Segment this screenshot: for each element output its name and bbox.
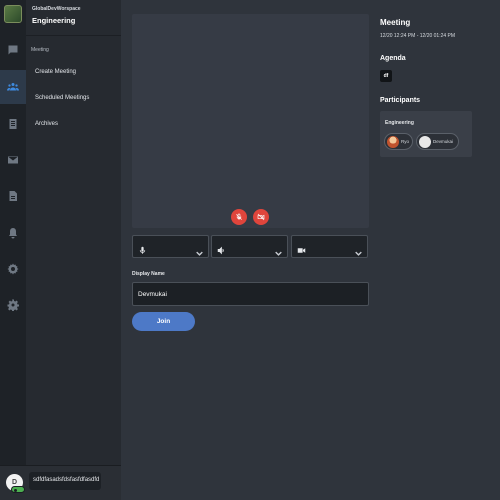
icon-rail <box>0 0 26 500</box>
sidebar: GlobalDevWorspace Engineering Meeting Cr… <box>26 0 121 500</box>
microphone-select[interactable] <box>132 235 209 258</box>
avatar <box>419 135 431 148</box>
document-icon[interactable] <box>0 186 26 206</box>
workspace-logo[interactable] <box>4 5 22 23</box>
participant-name: Ryo <box>401 139 410 144</box>
gear-icon[interactable] <box>0 295 26 315</box>
meeting-title: Meeting <box>380 18 411 27</box>
settings-icon[interactable] <box>0 259 26 279</box>
team-name[interactable]: Engineering <box>32 16 75 25</box>
status-toggle[interactable] <box>11 486 25 493</box>
participants-heading: Participants <box>380 97 421 104</box>
user-name: sdfdfasadsfdsfasfdfasdfd <box>29 472 101 490</box>
avatar <box>387 135 399 148</box>
chat-icon[interactable] <box>0 40 26 60</box>
bell-icon[interactable] <box>0 223 26 243</box>
participant-chip[interactable]: Devmukai <box>416 133 459 150</box>
agenda-heading: Agenda <box>380 55 406 62</box>
speaker-select[interactable] <box>211 235 288 258</box>
sidebar-item-archives[interactable]: Archives <box>35 121 58 127</box>
agenda-value: df <box>380 70 392 82</box>
workspace-name: GlobalDevWorspace <box>32 6 81 12</box>
meeting-time: 12/20 12:24 PM - 12/20 01:24 PM <box>380 33 456 39</box>
chevron-down-icon <box>355 244 362 256</box>
mute-button[interactable] <box>231 209 247 225</box>
participant-name: Devmukai <box>433 139 454 144</box>
clipboard-icon[interactable] <box>0 114 26 134</box>
camera-select[interactable] <box>291 235 368 258</box>
app-root: GlobalDevWorspace Engineering Meeting Cr… <box>0 0 500 500</box>
sidebar-divider <box>26 35 121 36</box>
participant-chip[interactable]: Ryo <box>384 133 413 150</box>
sidebar-section-label: Meeting <box>31 47 49 53</box>
video-preview <box>132 14 369 228</box>
people-icon[interactable] <box>0 70 26 104</box>
join-button[interactable]: Join <box>132 312 195 331</box>
video-off-icon <box>257 213 265 221</box>
camera-icon <box>297 242 306 253</box>
chevron-down-icon <box>196 244 203 256</box>
display-name-label: Display Name <box>132 271 165 277</box>
chevron-down-icon <box>275 244 282 256</box>
participants-card: Engineering Ryo Devmukai <box>380 111 472 157</box>
sidebar-item-scheduled-meetings[interactable]: Scheduled Meetings <box>35 95 89 101</box>
user-bar: D sdfdfasadsfdsfasfdfasdfd <box>0 465 121 500</box>
participants-team: Engineering <box>385 120 414 126</box>
mic-off-icon <box>236 213 242 220</box>
video-off-button[interactable] <box>253 209 269 225</box>
display-name-input[interactable] <box>132 282 369 306</box>
mail-icon[interactable] <box>0 150 26 170</box>
microphone-icon <box>138 242 147 254</box>
sidebar-item-create-meeting[interactable]: Create Meeting <box>35 69 76 75</box>
speaker-icon <box>217 242 226 255</box>
